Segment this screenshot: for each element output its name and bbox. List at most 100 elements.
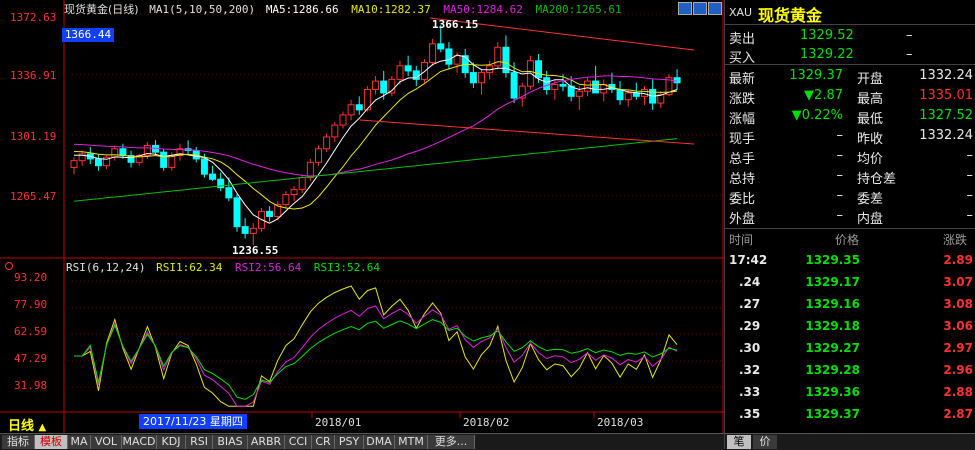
tick-row[interactable]: .29 1329.18 3.06 xyxy=(725,316,975,336)
candle-body[interactable] xyxy=(298,177,306,190)
trendline-lower xyxy=(359,119,695,145)
stat-row: 总持 – 持仓差 – xyxy=(725,166,975,187)
tab-arbr[interactable]: ARBR xyxy=(248,435,285,449)
tab-ma[interactable]: MA xyxy=(68,435,91,449)
candle-body[interactable] xyxy=(396,65,404,80)
candle-body[interactable] xyxy=(266,210,274,217)
candle-body[interactable] xyxy=(559,83,567,87)
quote-panel: XAU 现货黄金 卖出 1329.52– 买入 1329.22– 最新 1329.37 开… xyxy=(724,0,975,450)
tab-price[interactable]: 价 xyxy=(753,435,777,449)
candle-body[interactable] xyxy=(494,46,502,67)
candle-body[interactable] xyxy=(233,197,241,228)
candle-body[interactable] xyxy=(290,188,298,195)
close-icon[interactable] xyxy=(708,2,722,15)
zoom-icon[interactable] xyxy=(693,2,707,15)
candle-body[interactable] xyxy=(616,89,624,101)
candle-body[interactable] xyxy=(404,65,412,72)
tick-cell: 2.96 xyxy=(943,363,973,377)
candle-body[interactable] xyxy=(209,173,217,180)
candle-body[interactable] xyxy=(592,80,600,94)
candle-body[interactable] xyxy=(119,148,127,157)
stat-cell: – xyxy=(836,128,844,143)
candle-body[interactable] xyxy=(372,80,380,91)
candle-body[interactable] xyxy=(315,148,322,163)
candle-body[interactable] xyxy=(94,158,102,167)
tab-macd[interactable]: MACD xyxy=(122,435,157,449)
tick-row[interactable]: .30 1329.27 2.97 xyxy=(725,338,975,358)
candle-body[interactable] xyxy=(445,48,453,65)
divider xyxy=(725,64,975,65)
tab-bias[interactable]: BIAS xyxy=(213,435,248,449)
candle-body[interactable] xyxy=(453,55,461,65)
candle-body[interactable] xyxy=(624,92,632,101)
date-label: 2018/03 xyxy=(597,416,643,429)
tab-kdj[interactable]: KDJ xyxy=(157,435,186,449)
stat-cell: 现手 xyxy=(729,132,756,147)
candle-body[interactable] xyxy=(551,83,559,91)
stat-row: 委比 – 委差 – xyxy=(725,186,975,207)
tab-dma[interactable]: DMA xyxy=(364,435,395,449)
quote-header: XAU 现货黄金 xyxy=(725,0,975,25)
tick-row[interactable]: .27 1329.16 3.08 xyxy=(725,294,975,314)
candle-body[interactable] xyxy=(323,136,331,150)
candle-body[interactable] xyxy=(429,43,437,63)
stat-cell: ▼0.22% xyxy=(791,108,843,123)
candle-body[interactable] xyxy=(339,114,347,126)
candle-body[interactable] xyxy=(437,43,445,50)
tick-cell: .33 xyxy=(739,385,761,399)
candle-body[interactable] xyxy=(225,187,233,199)
tab-cci[interactable]: CCI xyxy=(285,435,312,449)
price-tick: 1336.91 xyxy=(10,69,56,82)
candle-body[interactable] xyxy=(632,92,640,97)
candle-body[interactable] xyxy=(535,60,543,79)
stat-cell: – xyxy=(836,168,844,183)
candle-body[interactable] xyxy=(331,124,339,138)
tick-row[interactable]: .33 1329.36 2.88 xyxy=(725,382,975,402)
candle-body[interactable] xyxy=(111,148,119,158)
current-price-tag: 1366.44 xyxy=(62,28,114,42)
candle-body[interactable] xyxy=(583,80,591,92)
settings-dot-icon[interactable] xyxy=(5,262,13,270)
tick-row[interactable]: .32 1329.28 2.96 xyxy=(725,360,975,380)
candle-body[interactable] xyxy=(70,160,78,168)
candle-body[interactable] xyxy=(282,193,290,206)
candle-body[interactable] xyxy=(200,158,208,175)
tab-cr[interactable]: CR xyxy=(312,435,335,449)
tab-vol[interactable]: VOL xyxy=(91,435,122,449)
period-selector[interactable]: 日线 ▲ xyxy=(8,415,46,434)
restore-icon[interactable] xyxy=(678,2,692,15)
tab-[interactable]: 指标 xyxy=(2,435,35,449)
candle-body[interactable] xyxy=(380,80,388,94)
tick-row[interactable]: 17:42 1329.35 2.89 xyxy=(725,250,975,270)
tick-cell: 1329.36 xyxy=(805,385,860,399)
tab-mtm[interactable]: MTM xyxy=(395,435,428,449)
candle-body[interactable] xyxy=(241,226,249,234)
candle-body[interactable] xyxy=(469,72,477,84)
candle-body[interactable] xyxy=(510,72,518,99)
stat-cell: 内盘 xyxy=(857,212,884,227)
tick-cell: .24 xyxy=(739,275,761,289)
tab-rsi[interactable]: RSI xyxy=(186,435,213,449)
candle-body[interactable] xyxy=(306,161,314,179)
rsi-tick: 31.98 xyxy=(14,379,47,392)
tab-trades[interactable]: 笔 xyxy=(727,435,751,449)
candle-body[interactable] xyxy=(168,155,176,168)
ma10-value: MA10:1282.37 xyxy=(351,3,431,16)
tab-[interactable]: 更多... xyxy=(428,435,475,449)
tab-psy[interactable]: PSY xyxy=(335,435,364,449)
candle-body[interactable] xyxy=(160,151,168,168)
candle-body[interactable] xyxy=(673,77,681,84)
candle-body[interactable] xyxy=(543,77,551,91)
tick-row[interactable]: .24 1329.17 3.07 xyxy=(725,272,975,292)
candle-body[interactable] xyxy=(347,104,355,116)
candle-body[interactable] xyxy=(478,72,485,84)
tick-cell: 1329.37 xyxy=(805,407,860,421)
candle-body[interactable] xyxy=(249,227,257,234)
candle-body[interactable] xyxy=(355,104,363,111)
rsi-tick: 77.90 xyxy=(14,298,47,311)
tick-row[interactable]: .35 1329.37 2.87 xyxy=(725,404,975,424)
tab-[interactable]: 模板 xyxy=(35,435,68,449)
chart-area[interactable]: 1366.15 1236.55 1372.63 1336.91 1301.19 … xyxy=(0,0,724,433)
tick-cell: 2.89 xyxy=(943,253,973,267)
candle-body[interactable] xyxy=(575,90,583,97)
